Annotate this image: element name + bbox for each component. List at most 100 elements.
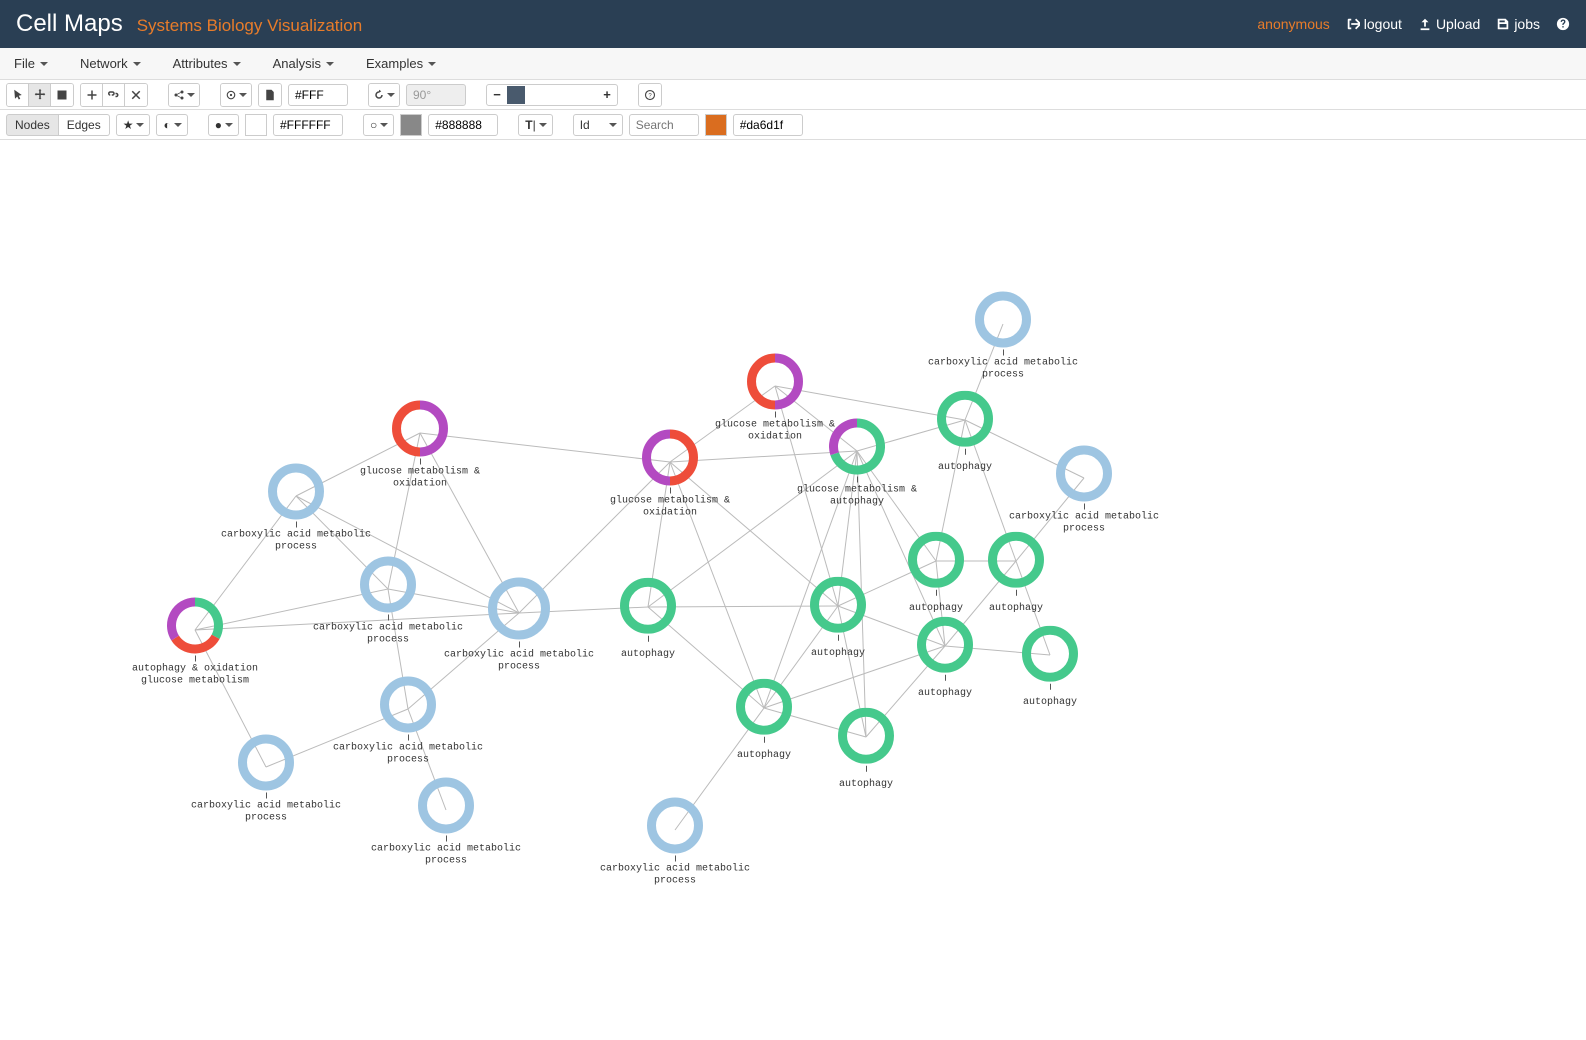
node-tick [1016, 590, 1017, 596]
node-tick [866, 766, 867, 772]
delete-button[interactable] [125, 84, 147, 106]
network-node[interactable]: carboxylic acid metabolic process [918, 292, 1088, 381]
network-node[interactable]: carboxylic acid metabolic process [999, 446, 1169, 535]
node-ring-icon [620, 578, 676, 634]
plus-icon [86, 89, 98, 101]
node-tick [675, 856, 676, 862]
app-subtitle: Systems Biology Visualization [137, 16, 363, 36]
caret-icon [380, 123, 388, 127]
fit-group [220, 83, 252, 107]
node-ring-icon [380, 677, 436, 733]
slider-handle[interactable] [507, 86, 525, 104]
node-label: autophagy [563, 649, 733, 661]
node-ring-icon [838, 708, 894, 764]
jobs-link[interactable]: jobs [1496, 16, 1540, 32]
menu-examples[interactable]: Examples [360, 52, 442, 75]
fill-color-input[interactable] [273, 114, 343, 136]
caret-icon [239, 93, 247, 97]
opacity-select[interactable]: ◐ [156, 114, 187, 136]
fill-swatch[interactable] [245, 114, 267, 136]
node-ring-icon [988, 532, 1044, 588]
tab-nodes[interactable]: Nodes [6, 114, 59, 136]
svg-text:?: ? [648, 93, 652, 99]
tab-edges[interactable]: Edges [59, 114, 110, 136]
node-tick [195, 656, 196, 662]
upload-icon [1418, 17, 1432, 31]
network-node[interactable]: autophagy [563, 578, 733, 661]
logout-link[interactable]: logout [1346, 16, 1402, 32]
node-label: carboxylic acid metabolic process [181, 801, 351, 824]
node-label: carboxylic acid metabolic process [211, 530, 381, 553]
node-tick [838, 635, 839, 641]
network-node[interactable]: autophagy [931, 532, 1101, 615]
node-label: carboxylic acid metabolic process [590, 864, 760, 887]
network-node[interactable]: carboxylic acid metabolic process [211, 464, 381, 553]
node-tick [1050, 684, 1051, 690]
rotate-button[interactable] [369, 84, 399, 106]
element-tabs: Nodes Edges [6, 114, 110, 136]
logout-label: logout [1364, 16, 1402, 32]
network-canvas[interactable]: carboxylic acid metabolic process glucose… [0, 140, 1586, 1040]
network-node[interactable]: autophagy [781, 708, 951, 791]
menu-attributes-label: Attributes [173, 56, 228, 71]
user-label: anonymous [1257, 16, 1329, 32]
bg-color-input[interactable] [288, 84, 348, 106]
network-node[interactable]: glucose metabolism & autophagy [772, 419, 942, 508]
menu-network-label: Network [80, 56, 128, 71]
zoom-slider[interactable]: − + [486, 84, 618, 106]
cursor-icon [12, 89, 24, 101]
node-ring-icon [810, 577, 866, 633]
label-select[interactable]: T| [518, 114, 552, 136]
network-node[interactable]: carboxylic acid metabolic process [181, 735, 351, 824]
caret-icon [40, 62, 48, 66]
rotate-group [368, 83, 400, 107]
zoom-in-button[interactable]: + [597, 87, 617, 102]
node-tick [670, 488, 671, 494]
pointer-tool[interactable] [7, 84, 29, 106]
network-node[interactable]: autophagy [965, 626, 1135, 709]
stroke-swatch[interactable] [400, 114, 422, 136]
toolbar-help-button[interactable]: ? [639, 84, 661, 106]
fit-button[interactable] [221, 84, 251, 106]
menu-file[interactable]: File [8, 52, 54, 75]
node-tick [388, 615, 389, 621]
caret-icon [387, 93, 395, 97]
search-input[interactable] [629, 114, 699, 136]
stroke-color-input[interactable] [428, 114, 498, 136]
share-button[interactable] [169, 84, 199, 106]
fill-select[interactable]: ● [208, 114, 239, 136]
node-ring-icon [975, 292, 1031, 348]
node-ring-icon [937, 391, 993, 447]
menu-file-label: File [14, 56, 35, 71]
menu-analysis-label: Analysis [273, 56, 321, 71]
upload-link[interactable]: Upload [1418, 16, 1480, 32]
node-ring-icon [1056, 446, 1112, 502]
node-ring-icon [1022, 626, 1078, 682]
rotate-input[interactable] [406, 84, 466, 106]
image-tool[interactable] [51, 84, 73, 106]
stroke-select[interactable]: ○ [363, 114, 394, 136]
link-tool[interactable] [103, 84, 125, 106]
add-node-button[interactable] [81, 84, 103, 106]
node-label: glucose metabolism & autophagy [772, 485, 942, 508]
slider-track[interactable] [507, 86, 597, 104]
share-group [168, 83, 200, 107]
network-node[interactable]: carboxylic acid metabolic process [590, 798, 760, 887]
menu-network[interactable]: Network [74, 52, 147, 75]
highlight-swatch[interactable] [705, 114, 727, 136]
export-button[interactable] [259, 84, 281, 106]
network-node[interactable]: carboxylic acid metabolic process [361, 778, 531, 867]
help-link[interactable] [1556, 17, 1570, 31]
search-attr-select[interactable]: Id [573, 114, 623, 136]
shape-select[interactable]: ★ [116, 114, 151, 136]
node-tick [1003, 350, 1004, 356]
menu-attributes[interactable]: Attributes [167, 52, 247, 75]
move-tool[interactable] [29, 84, 51, 106]
network-node[interactable]: glucose metabolism & oxidation [585, 430, 755, 519]
node-label: carboxylic acid metabolic process [361, 844, 531, 867]
zoom-out-button[interactable]: − [487, 87, 507, 102]
logout-icon [1346, 17, 1360, 31]
highlight-color-input[interactable] [733, 114, 803, 136]
network-node[interactable]: autophagy & oxidation glucose metabolism [110, 598, 280, 687]
menu-analysis[interactable]: Analysis [267, 52, 340, 75]
